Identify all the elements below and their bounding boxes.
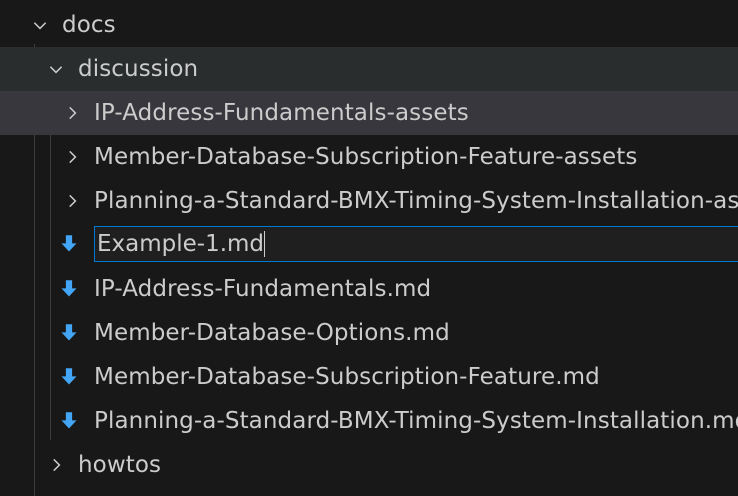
file-explorer-tree: docs discussion IP-Address-Fundamentals-… bbox=[0, 0, 738, 496]
text-caret bbox=[264, 231, 266, 257]
tree-item-rename[interactable]: Example-1.md bbox=[0, 222, 738, 266]
markdown-icon bbox=[57, 355, 81, 399]
tree-item-label: Member-Database-Subscription-Feature.md bbox=[94, 364, 600, 390]
tree-item-label: Member-Database-Options.md bbox=[94, 320, 450, 346]
tree-item-label: Planning-a-Standard-BMX-Timing-System-In… bbox=[94, 408, 738, 434]
tree-item-label: Planning-a-Standard-BMX-Timing-System-In… bbox=[94, 188, 738, 214]
chevron-right-icon bbox=[44, 443, 68, 487]
tree-item-file[interactable]: Member-Database-Options.md bbox=[0, 311, 738, 355]
markdown-icon bbox=[57, 267, 81, 311]
chevron-right-icon bbox=[60, 179, 84, 223]
rename-input[interactable]: Example-1.md bbox=[95, 227, 264, 261]
chevron-down-icon bbox=[28, 3, 52, 47]
tree-item-file[interactable]: Planning-a-Standard-BMX-Timing-System-In… bbox=[0, 399, 738, 443]
tree-item-howtos[interactable]: howtos bbox=[0, 443, 738, 487]
chevron-right-icon bbox=[60, 91, 84, 135]
chevron-down-icon bbox=[44, 47, 68, 91]
tree-item-label: docs bbox=[62, 12, 116, 38]
tree-item-folder[interactable]: Member-Database-Subscription-Feature-ass… bbox=[0, 135, 738, 179]
tree-item-label: IP-Address-Fundamentals.md bbox=[94, 276, 432, 302]
tree-item-file[interactable]: IP-Address-Fundamentals.md bbox=[0, 267, 738, 311]
tree-item-file[interactable]: Member-Database-Subscription-Feature.md bbox=[0, 355, 738, 399]
tree-item-label: Member-Database-Subscription-Feature-ass… bbox=[94, 144, 638, 170]
rename-input-box[interactable]: Example-1.md bbox=[94, 226, 738, 262]
markdown-icon bbox=[57, 399, 81, 443]
tree-item-label: discussion bbox=[78, 56, 199, 82]
markdown-icon bbox=[57, 222, 81, 266]
tree-item-label: howtos bbox=[78, 452, 162, 478]
tree-item-docs[interactable]: docs bbox=[0, 3, 738, 47]
tree-item-folder[interactable]: IP-Address-Fundamentals-assets bbox=[0, 91, 738, 135]
tree-item-discussion[interactable]: discussion bbox=[0, 47, 738, 91]
tree-item-label: IP-Address-Fundamentals-assets bbox=[94, 100, 469, 126]
markdown-icon bbox=[57, 311, 81, 355]
tree-item-folder[interactable]: Planning-a-Standard-BMX-Timing-System-In… bbox=[0, 179, 738, 223]
chevron-right-icon bbox=[60, 135, 84, 179]
